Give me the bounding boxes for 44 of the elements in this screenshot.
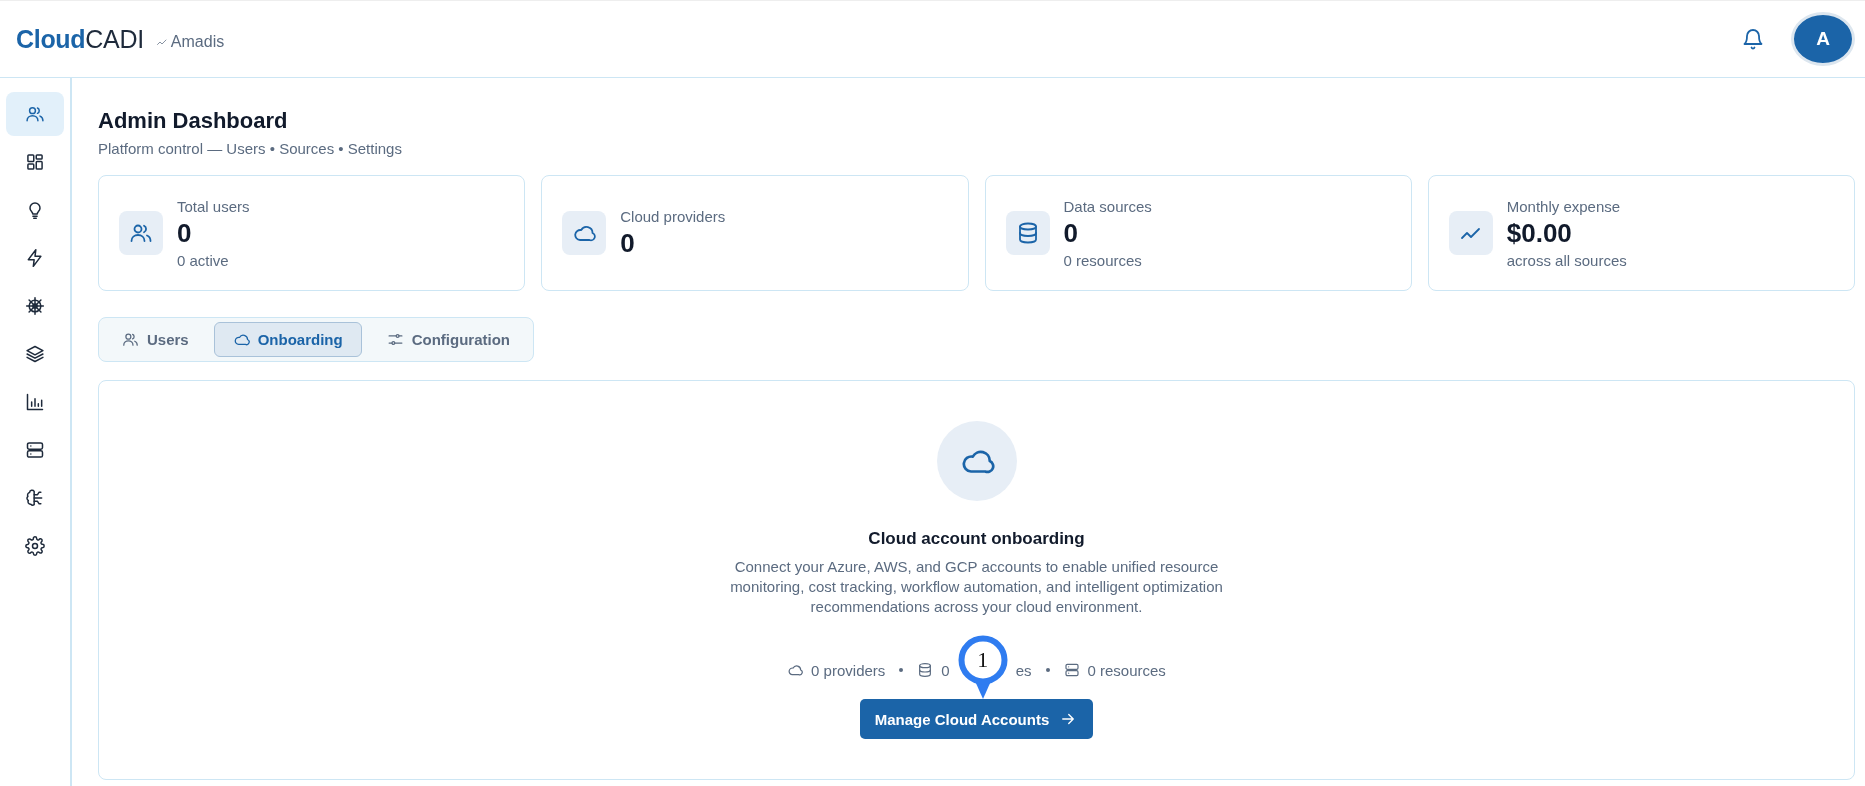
- count-text: 0: [941, 661, 950, 679]
- separator-dot: [899, 668, 904, 672]
- bell-icon: [1741, 27, 1765, 51]
- brain-icon: [25, 488, 45, 508]
- stat-note: across all sources: [1506, 251, 1627, 269]
- stat-value: 0: [620, 227, 636, 259]
- count-text: 0 providers: [811, 661, 886, 679]
- stat-note: 0 active: [177, 251, 230, 269]
- stat-label: Total users: [177, 197, 250, 215]
- sliders-icon: [386, 331, 404, 348]
- settings-icon: [25, 536, 45, 556]
- chart-icon: [25, 392, 45, 412]
- count-text: es: [1015, 661, 1032, 679]
- count-text: 0 resources: [1087, 661, 1166, 679]
- stat-note: 0 resources: [1063, 251, 1143, 269]
- app-logo[interactable]: CloudCADI: [16, 24, 144, 54]
- page-title: Admin Dashboard: [98, 108, 289, 134]
- tab[interactable]: Users: [103, 322, 208, 357]
- bolt-icon: [25, 248, 45, 268]
- page-subtitle: Platform control — Users • Sources • Settings: [98, 140, 403, 157]
- panel-description: Connect your Azure, AWS, and GCP accounts to enable unified resource monitoring, cost tracking, workflow automation, and intelligent optimization recommendations across your cloud environment.: [729, 557, 1224, 617]
- users-icon: [25, 104, 45, 124]
- stat-label: Cloud providers: [620, 207, 726, 225]
- stat-label: Monthly expense: [1506, 197, 1622, 215]
- cloud-icon: [787, 662, 804, 678]
- separator-dot: [1045, 668, 1050, 672]
- users-icon: [122, 331, 139, 348]
- server-icon: [1063, 662, 1080, 678]
- grid-icon: [25, 152, 45, 172]
- stat-value: $0.00: [1506, 217, 1573, 249]
- stat-label: Data sources: [1063, 197, 1152, 215]
- layers-icon: [25, 344, 45, 364]
- tab[interactable]: Onboarding: [213, 322, 362, 357]
- server-icon: [25, 440, 45, 460]
- manage-accounts-button[interactable]: Manage Cloud Accounts: [859, 699, 1094, 739]
- database-icon: [917, 662, 934, 678]
- helm-icon: [25, 296, 45, 316]
- stat-value: 0: [1063, 217, 1079, 249]
- tenant-link[interactable]: Amadis: [155, 32, 225, 51]
- stat-value: 0: [177, 217, 193, 249]
- panel-title: Cloud account onboarding: [868, 529, 1085, 549]
- notifications-button[interactable]: [1741, 27, 1765, 51]
- user-avatar[interactable]: A: [1791, 12, 1855, 66]
- tab[interactable]: Configuration: [367, 322, 530, 357]
